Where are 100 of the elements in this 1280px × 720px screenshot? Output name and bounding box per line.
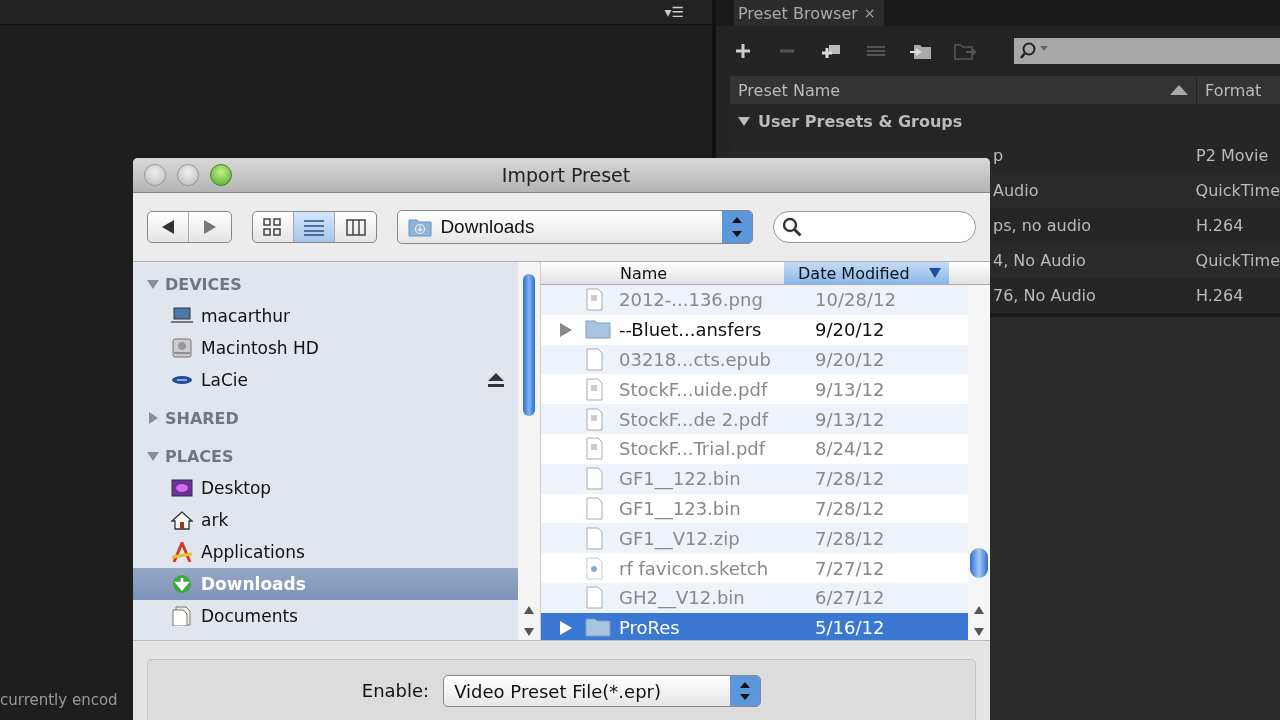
scrollbar-thumb[interactable] bbox=[970, 548, 988, 578]
column-header[interactable]: Name bbox=[541, 262, 784, 284]
hard-drive-icon bbox=[171, 338, 193, 358]
location-popup[interactable]: Downloads bbox=[397, 210, 754, 244]
file-name: GF1__122.bin bbox=[618, 468, 742, 490]
preset-group-row[interactable]: User Presets & Groups bbox=[730, 104, 1280, 138]
zoom-button[interactable] bbox=[210, 164, 232, 186]
item-label: Applications bbox=[201, 542, 306, 562]
preset-format: P2 Movie bbox=[1195, 146, 1269, 165]
file-name: rf favicon.sketch bbox=[618, 557, 770, 579]
scroll-down-icon bbox=[524, 628, 534, 636]
preset-browser-tab[interactable]: Preset Browser × bbox=[734, 0, 884, 26]
window-title: Import Preset bbox=[500, 164, 632, 186]
file-type-popup[interactable]: Video Preset File(*.epr) bbox=[443, 675, 762, 707]
view-mode-control[interactable] bbox=[251, 211, 378, 243]
preset-format: QuickTime bbox=[1194, 251, 1280, 270]
enable-label: Enable: bbox=[361, 679, 430, 703]
item-label: Desktop bbox=[201, 478, 273, 498]
eject-icon[interactable] bbox=[488, 373, 504, 387]
search-field[interactable] bbox=[1014, 38, 1280, 64]
item-label: macarthur bbox=[201, 306, 291, 326]
sidebar-item[interactable]: Desktop bbox=[133, 472, 518, 504]
preset-format: H.264 bbox=[1195, 216, 1244, 235]
preset-format: QuickTime bbox=[1194, 181, 1280, 200]
sidebar-section-header[interactable]: SHARED bbox=[133, 402, 518, 434]
item-label: Documents bbox=[201, 606, 299, 626]
preset-name: ps, no audio bbox=[993, 216, 1092, 235]
search-field[interactable] bbox=[773, 211, 976, 243]
file-date: 10/28/12 bbox=[815, 289, 896, 311]
sidebar-item[interactable]: Macintosh HD bbox=[133, 332, 518, 364]
item-label: Downloads bbox=[201, 574, 307, 594]
import-folder-icon[interactable] bbox=[910, 42, 932, 60]
file-name: 2012-...136.png bbox=[618, 289, 764, 311]
item-label: ark bbox=[201, 510, 230, 530]
file-row[interactable]: ProRes 5/16/12 bbox=[541, 612, 968, 640]
sidebar-item[interactable]: Documents bbox=[133, 600, 518, 632]
preset-name: 76, No Audio bbox=[993, 286, 1097, 305]
applications-icon bbox=[171, 542, 193, 562]
file-date: 7/28/12 bbox=[815, 468, 885, 490]
file-name: StockF...de 2.pdf bbox=[618, 408, 770, 430]
close-icon[interactable]: × bbox=[863, 5, 876, 21]
file-name: StockF...Trial.pdf bbox=[618, 438, 767, 460]
section-label: PLACES bbox=[165, 446, 234, 466]
file-name: --Bluet...ansfers bbox=[618, 319, 763, 341]
section-label: SHARED bbox=[165, 408, 239, 428]
sidebar-item[interactable]: LaCie bbox=[133, 364, 518, 396]
column-header[interactable]: Format bbox=[1197, 76, 1262, 104]
item-label: LaCie bbox=[201, 370, 249, 390]
list-view-button[interactable] bbox=[293, 212, 336, 242]
scroll-down-icon bbox=[974, 628, 984, 636]
stepper-arrows-icon bbox=[730, 676, 761, 706]
sidebar-item[interactable]: ark bbox=[133, 504, 518, 536]
status-text: currently encod bbox=[0, 691, 118, 709]
close-button[interactable] bbox=[144, 164, 166, 186]
minimize-button[interactable] bbox=[177, 164, 199, 186]
file-date: 7/27/12 bbox=[815, 557, 885, 579]
item-label: Macintosh HD bbox=[201, 338, 320, 358]
preset-name: p bbox=[993, 146, 1005, 165]
scroll-up-icon bbox=[524, 606, 534, 614]
desktop-icon bbox=[171, 478, 193, 498]
file-name: 03218...cts.epub bbox=[618, 349, 772, 370]
group-label: User Presets & Groups bbox=[758, 111, 963, 131]
stepper-arrows-icon bbox=[722, 211, 753, 243]
folder-icon bbox=[408, 217, 433, 237]
export-folder-icon[interactable] bbox=[954, 42, 976, 60]
file-date: 7/28/12 bbox=[815, 527, 885, 549]
laptop-icon bbox=[171, 306, 193, 326]
search-icon bbox=[782, 217, 803, 237]
file-date: 9/13/12 bbox=[815, 378, 885, 400]
preset-name: 4, No Audio bbox=[993, 251, 1087, 270]
back-arrow-icon bbox=[162, 220, 175, 234]
sidebar-item[interactable]: macarthur bbox=[133, 300, 518, 332]
documents-icon bbox=[171, 606, 193, 626]
tab-label: Preset Browser bbox=[738, 3, 858, 23]
sidebar-section-header[interactable]: DEVICES bbox=[133, 268, 518, 300]
preset-name: Audio bbox=[993, 181, 1040, 200]
sidebar-section-header[interactable]: PLACES bbox=[133, 440, 518, 472]
file-date: 9/13/12 bbox=[815, 408, 885, 430]
file-date: 7/28/12 bbox=[815, 497, 885, 519]
file-row[interactable]: --Bluet...ansfers 9/20/12 bbox=[541, 314, 968, 345]
sidebar-item[interactable]: Applications bbox=[133, 536, 518, 568]
file-name: GF1__123.bin bbox=[618, 497, 742, 519]
forward-arrow-icon bbox=[203, 220, 216, 234]
section-label: DEVICES bbox=[165, 274, 242, 294]
panel-menu-icon[interactable]: ▾☰ bbox=[664, 4, 684, 20]
scrollbar-thumb[interactable] bbox=[523, 274, 535, 416]
file-name: GF1__V12.zip bbox=[618, 527, 741, 549]
file-date: 5/16/12 bbox=[815, 617, 885, 639]
folder-icon bbox=[585, 318, 611, 342]
preset-format: H.264 bbox=[1195, 286, 1244, 305]
column-header[interactable]: Date Modified bbox=[784, 262, 949, 284]
file-date: 9/20/12 bbox=[815, 349, 885, 370]
navigation-control[interactable] bbox=[147, 211, 232, 243]
file-date: 9/20/12 bbox=[815, 319, 885, 341]
house-icon bbox=[171, 510, 193, 530]
file-date: 6/27/12 bbox=[815, 587, 885, 609]
sort-arrow-icon bbox=[929, 268, 941, 278]
icon-view-icon bbox=[262, 217, 283, 237]
scroll-up-icon bbox=[974, 606, 984, 614]
file-name: GH2__V12.bin bbox=[618, 587, 746, 609]
